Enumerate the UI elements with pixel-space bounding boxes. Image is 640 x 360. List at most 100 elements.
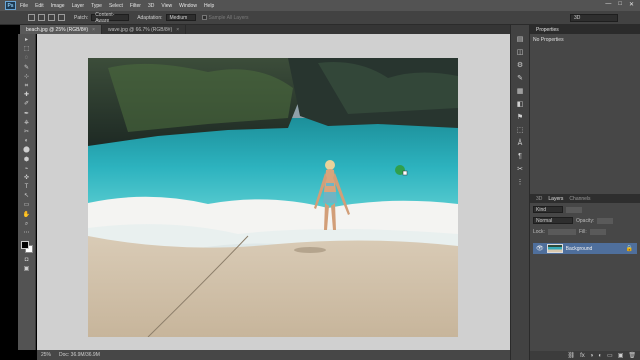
close-icon[interactable]: ✕	[629, 1, 634, 8]
crop-tool-icon[interactable]: ⊹	[22, 74, 31, 81]
zoom-tool-icon[interactable]: ⌕	[22, 221, 31, 228]
add-selection-icon[interactable]	[38, 14, 45, 21]
blend-mode-select[interactable]: Normal	[533, 217, 573, 224]
swatches-icon[interactable]: ▦	[516, 87, 525, 96]
history-brush-tool-icon[interactable]: ⎈	[22, 120, 31, 127]
menu-window[interactable]: Window	[179, 3, 197, 9]
no-properties-text: No Properties	[533, 37, 564, 43]
tab-wave[interactable]: wave.jpg @ 66.7% (RGB/8#) ×	[102, 25, 187, 34]
more-panels-icon[interactable]: ⋮	[516, 178, 525, 187]
doc-size[interactable]: Doc: 36.9M/36.9M	[59, 352, 100, 358]
layer-name[interactable]: Background	[566, 246, 593, 252]
tab-label: beach.jpg @ 25% (RGB/8#)	[26, 26, 89, 33]
properties-panel: No Properties	[530, 34, 640, 194]
tab-3d[interactable]: 3D	[533, 196, 545, 202]
photoshop-logo: Ps	[5, 1, 16, 10]
eye-icon[interactable]: 👁	[536, 245, 544, 252]
settings-icon[interactable]: ⚙	[516, 61, 525, 70]
sample-all-layers-checkbox[interactable]	[201, 15, 207, 20]
menu-image[interactable]: Image	[51, 3, 65, 9]
brush-tool-icon[interactable]: ✐	[22, 101, 31, 108]
color-swatches[interactable]	[20, 241, 33, 254]
minimize-icon[interactable]: —	[605, 1, 611, 8]
tools-panel: ▸ ⬚ ◌ ✎ ⊹ ⌗ ✚ ✐ ✒ ⎈ ✂ ◐ ⬤ ⬢ ⌁ ✜ T ↖ ▭ ✋ …	[18, 34, 36, 350]
menu-view[interactable]: View	[161, 3, 172, 9]
tab-beach[interactable]: beach.jpg @ 25% (RGB/8#) ×	[20, 25, 102, 34]
adjustments-icon[interactable]: ◧	[516, 100, 525, 109]
adaptation-select[interactable]: Medium	[165, 14, 196, 21]
foreground-color-swatch[interactable]	[20, 241, 29, 250]
layer-row-background[interactable]: 👁 Background 🔒	[533, 243, 637, 254]
tab-properties[interactable]: Properties	[533, 27, 562, 33]
menu-file[interactable]: File	[20, 3, 28, 9]
opacity-field[interactable]	[597, 217, 614, 224]
menu-type[interactable]: Type	[91, 3, 102, 9]
actions-icon[interactable]: ◫	[516, 48, 525, 57]
eyedropper-tool-icon[interactable]: ⌗	[22, 83, 31, 90]
patch-select[interactable]: Content-Aware	[91, 12, 130, 24]
dodge-tool-icon[interactable]: ⬢	[22, 157, 31, 164]
workspace-select[interactable]: 3D	[570, 14, 618, 22]
layer-thumbnail	[546, 244, 563, 253]
type-tool-icon[interactable]: T	[22, 184, 31, 191]
menu-3d[interactable]: 3D	[148, 3, 154, 9]
history-icon[interactable]: ▤	[516, 35, 525, 44]
zoom-level[interactable]: 25%	[41, 352, 51, 358]
menu-filter[interactable]: Filter	[130, 3, 141, 9]
layer-controls: Kind Normal Opacity: Lock: Fill:	[530, 203, 640, 240]
menu-edit[interactable]: Edit	[35, 3, 44, 9]
move-tool-icon[interactable]: ▸	[22, 37, 31, 44]
character-icon[interactable]: Å	[516, 139, 525, 148]
fill-field[interactable]	[589, 228, 606, 235]
tab-label: wave.jpg @ 66.7% (RGB/8#)	[107, 26, 173, 33]
paragraph-icon[interactable]: ¶	[516, 152, 525, 161]
menu-select[interactable]: Select	[109, 3, 123, 9]
healing-brush-tool-icon[interactable]: ✚	[22, 92, 31, 99]
close-tab-icon[interactable]: ×	[176, 27, 179, 33]
subtract-selection-icon[interactable]	[48, 14, 55, 21]
link-layers-icon[interactable]: ⛓	[567, 352, 575, 359]
more-tools-icon[interactable]: ⋯	[22, 230, 31, 237]
styles-icon[interactable]: ⚑	[516, 113, 525, 122]
eraser-tool-icon[interactable]: ✂	[22, 129, 31, 136]
tool-presets-icon[interactable]: ✂	[516, 165, 525, 174]
group-icon[interactable]: ▭	[607, 352, 613, 359]
gradient-tool-icon[interactable]: ◐	[22, 138, 31, 145]
navigator-icon[interactable]: ⬚	[516, 126, 525, 135]
lock-icon: 🔒	[625, 246, 633, 252]
menu-help[interactable]: Help	[204, 3, 214, 9]
maximize-icon[interactable]: □	[618, 1, 622, 8]
beach-photo[interactable]	[88, 58, 458, 337]
tab-layers[interactable]: Layers	[545, 196, 566, 202]
delete-layer-icon[interactable]: 🗑	[628, 352, 636, 359]
quick-mask-icon[interactable]: ◘	[22, 257, 31, 264]
direct-selection-tool-icon[interactable]: ↖	[22, 193, 31, 200]
lasso-tool-icon[interactable]: ◌	[22, 55, 31, 62]
intersect-selection-icon[interactable]	[58, 14, 65, 21]
brush-presets-icon[interactable]: ✎	[516, 74, 525, 83]
quick-selection-tool-icon[interactable]: ✎	[22, 65, 31, 72]
patch-label: Patch:	[74, 14, 89, 21]
close-tab-icon[interactable]: ×	[92, 27, 95, 33]
hand-tool-icon[interactable]: ✋	[22, 212, 31, 219]
tab-channels[interactable]: Channels	[566, 196, 593, 202]
screen-mode-icon[interactable]: ▣	[22, 266, 31, 273]
new-selection-icon[interactable]	[28, 14, 35, 21]
pen-tool-icon[interactable]: ⌁	[22, 166, 31, 173]
rectangle-tool-icon[interactable]: ▭	[22, 202, 31, 209]
adaptation-label: Adaptation:	[137, 14, 163, 21]
path-selection-tool-icon[interactable]: ✜	[22, 175, 31, 182]
fill-label: Fill:	[578, 228, 587, 235]
lock-icons[interactable]	[547, 228, 576, 235]
adjustment-layer-icon[interactable]: ◐	[598, 353, 602, 359]
filter-icons[interactable]	[566, 206, 582, 213]
layer-mask-icon[interactable]: ◑	[590, 353, 594, 359]
marquee-tool-icon[interactable]: ⬚	[22, 46, 31, 53]
panel-dock: Properties No Properties 3D Layers Chann…	[530, 25, 640, 360]
clone-stamp-tool-icon[interactable]: ✒	[22, 111, 31, 118]
filter-kind-select[interactable]: Kind	[533, 206, 563, 213]
layer-style-icon[interactable]: fx	[580, 353, 585, 359]
blur-tool-icon[interactable]: ⬤	[22, 147, 31, 154]
new-layer-icon[interactable]: ▣	[618, 352, 624, 359]
menu-layer[interactable]: Layer	[72, 3, 85, 9]
